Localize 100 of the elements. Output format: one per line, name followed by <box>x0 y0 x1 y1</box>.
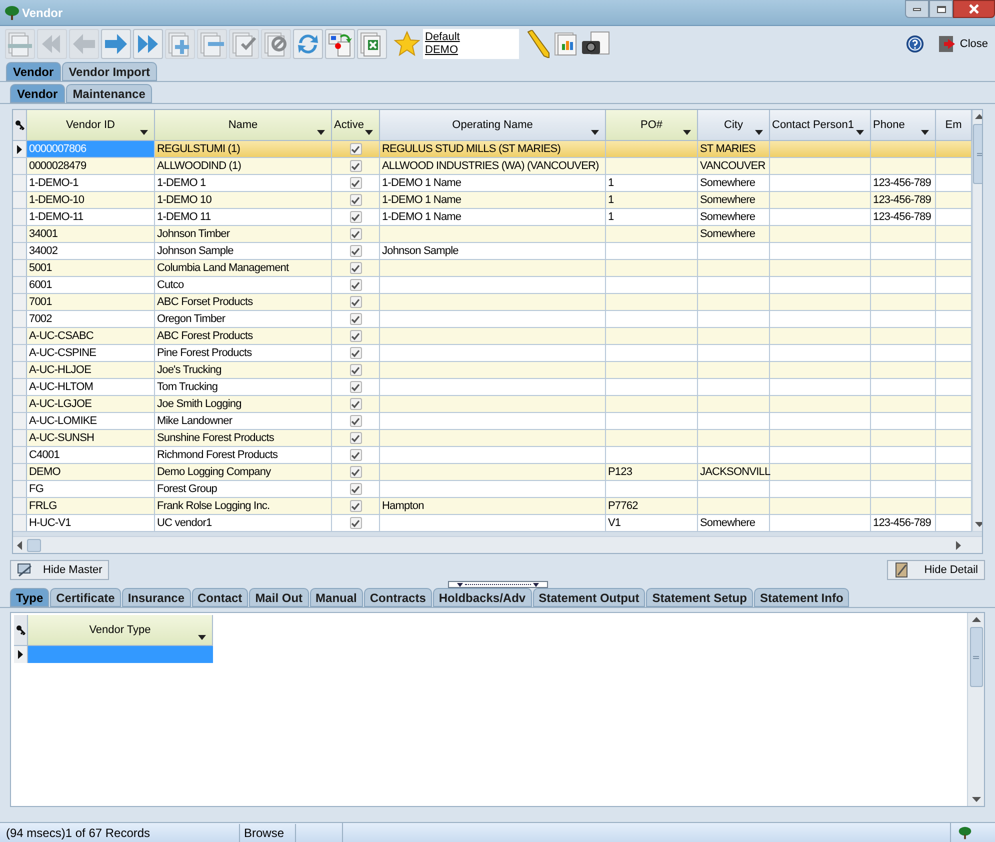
checkbox[interactable] <box>350 160 362 172</box>
table-row[interactable]: C4001 Richmond Forest Products <box>13 447 972 464</box>
column-header[interactable]: Name <box>155 110 332 140</box>
checkbox[interactable] <box>350 279 362 291</box>
checkbox[interactable] <box>350 347 362 359</box>
layout-link[interactable]: Default <box>425 31 460 44</box>
tab[interactable]: Maintenance <box>66 84 152 103</box>
checkbox[interactable] <box>350 449 362 461</box>
table-row[interactable]: 1-DEMO-10 1-DEMO 10 1-DEMO 1 Name 1 Somewhere 123-456-789 <box>13 192 972 209</box>
checkbox[interactable] <box>350 398 362 410</box>
checkbox[interactable] <box>350 517 362 529</box>
table-row[interactable]: 6001 Cutco <box>13 277 972 294</box>
checkbox[interactable] <box>350 381 362 393</box>
checkbox[interactable] <box>350 194 362 206</box>
dropdown-caret-icon[interactable] <box>591 130 599 135</box>
table-row[interactable]: FG Forest Group <box>13 481 972 498</box>
table-row[interactable]: A-UC-HLJOE Joe's Trucking <box>13 362 972 379</box>
table-row[interactable]: 0000007806 REGULSTUMI (1) REGULUS STUD MILLS (ST MARIES) ST MARIES <box>13 141 972 158</box>
checkbox[interactable] <box>350 330 362 342</box>
tab[interactable]: Certificate <box>50 588 121 607</box>
toolbar-button[interactable] <box>357 29 387 59</box>
tab[interactable]: Statement Setup <box>646 588 753 607</box>
toolbar-button[interactable] <box>293 29 323 59</box>
table-row[interactable]: 1-DEMO-11 1-DEMO 11 1-DEMO 1 Name 1 Somewhere 123-456-789 <box>13 209 972 226</box>
layout-link[interactable]: DEMO <box>425 44 458 57</box>
tab[interactable]: Statement Info <box>754 588 850 607</box>
horizontal-scrollbar[interactable] <box>13 536 982 553</box>
hide-master-button[interactable]: Hide Master <box>10 560 110 580</box>
row-header[interactable] <box>13 141 27 157</box>
column-header[interactable]: Phone <box>871 110 936 140</box>
checkbox[interactable] <box>350 415 362 427</box>
dropdown-caret-icon[interactable] <box>683 130 691 135</box>
tab[interactable]: Type <box>10 588 50 607</box>
checkbox[interactable] <box>350 228 362 240</box>
checkbox[interactable] <box>350 211 362 223</box>
vertical-scrollbar[interactable] <box>972 110 982 531</box>
checkbox[interactable] <box>350 466 362 478</box>
maximize-button[interactable] <box>929 0 953 18</box>
table-row[interactable]: 1-DEMO-1 1-DEMO 1 1-DEMO 1 Name 1 Somewhere 123-456-789 <box>13 175 972 192</box>
tab[interactable]: Vendor <box>6 62 61 81</box>
tab[interactable]: Vendor Import <box>62 62 158 81</box>
dropdown-caret-icon[interactable] <box>921 130 929 135</box>
checkbox[interactable] <box>350 483 362 495</box>
table-row[interactable]: 0000028479 ALLWOODIND (1) ALLWOOD INDUSTRIES (WA) (VANCOUVER) VANCOUVER <box>13 158 972 175</box>
column-header[interactable]: Vendor Type <box>28 615 213 645</box>
toolbar-button[interactable] <box>101 29 131 59</box>
table-row[interactable]: A-UC-CSPINE Pine Forest Products <box>13 345 972 362</box>
column-header[interactable]: Contact Person1 <box>770 110 871 140</box>
column-header[interactable]: Active <box>332 110 380 140</box>
column-header[interactable]: Operating Name <box>380 110 606 140</box>
splitter-handle[interactable] <box>448 581 548 588</box>
column-header[interactable]: Vendor ID <box>27 110 155 140</box>
table-row[interactable]: DEMO Demo Logging Company P123 JACKSONVILL <box>13 464 972 481</box>
toolbar-button[interactable] <box>325 29 355 59</box>
dropdown-caret-icon[interactable] <box>856 130 864 135</box>
checkbox[interactable] <box>350 177 362 189</box>
tab[interactable]: Mail Out <box>249 588 309 607</box>
table-row[interactable]: A-UC-LOMIKE Mike Landowner <box>13 413 972 430</box>
table-row[interactable]: 7001 ABC Forset Products <box>13 294 972 311</box>
column-header[interactable]: PO# <box>606 110 698 140</box>
column-header[interactable]: Em <box>936 110 972 140</box>
hide-detail-button[interactable]: Hide Detail <box>887 560 985 580</box>
dropdown-caret-icon[interactable] <box>755 130 763 135</box>
dropdown-caret-icon[interactable] <box>140 130 148 135</box>
tab[interactable]: Insurance <box>122 588 191 607</box>
dropdown-caret-icon[interactable] <box>317 130 325 135</box>
checkbox[interactable] <box>350 500 362 512</box>
checkbox[interactable] <box>350 262 362 274</box>
checkbox[interactable] <box>350 143 362 155</box>
table-row[interactable]: A-UC-SUNSH Sunshine Forest Products <box>13 430 972 447</box>
toolbar-button[interactable] <box>133 29 163 59</box>
table-row[interactable]: 34001 Johnson Timber Somewhere <box>13 226 972 243</box>
tab[interactable]: Manual <box>310 588 363 607</box>
checkbox[interactable] <box>350 364 362 376</box>
table-row[interactable]: 5001 Columbia Land Management <box>13 260 972 277</box>
tab[interactable]: Holdbacks/Adv <box>432 588 532 607</box>
checkbox[interactable] <box>350 313 362 325</box>
scroll-thumb[interactable] <box>27 538 41 552</box>
row-header[interactable] <box>14 646 28 663</box>
checkbox[interactable] <box>350 245 362 257</box>
table-row[interactable]: A-UC-CSABC ABC Forest Products <box>13 328 972 345</box>
table-row[interactable]: FRLG Frank Rolse Logging Inc. Hampton P7762 <box>13 498 972 515</box>
checkbox[interactable] <box>350 432 362 444</box>
dropdown-caret-icon[interactable] <box>365 130 373 135</box>
table-row[interactable]: H-UC-V1 UC vendor1 V1 Somewhere 123-456-789 <box>13 515 972 532</box>
tab[interactable]: Statement Output <box>532 588 646 607</box>
column-header[interactable]: City <box>698 110 770 140</box>
table-row[interactable]: 7002 Oregon Timber <box>13 311 972 328</box>
close-button[interactable]: Close <box>938 35 990 53</box>
table-row[interactable]: A-UC-LGJOE Joe Smith Logging <box>13 396 972 413</box>
dropdown-caret-icon[interactable] <box>198 635 206 640</box>
checkbox[interactable] <box>350 296 362 308</box>
table-row[interactable]: A-UC-HLTOM Tom Trucking <box>13 379 972 396</box>
table-row[interactable]: 34002 Johnson Sample Johnson Sample <box>13 243 972 260</box>
tab[interactable]: Vendor <box>10 84 65 103</box>
help-icon[interactable] <box>906 35 924 53</box>
chart-document-icon[interactable] <box>553 31 579 57</box>
star-icon[interactable] <box>393 30 421 58</box>
minimize-button[interactable] <box>905 0 929 18</box>
tab[interactable]: Contracts <box>364 588 432 607</box>
